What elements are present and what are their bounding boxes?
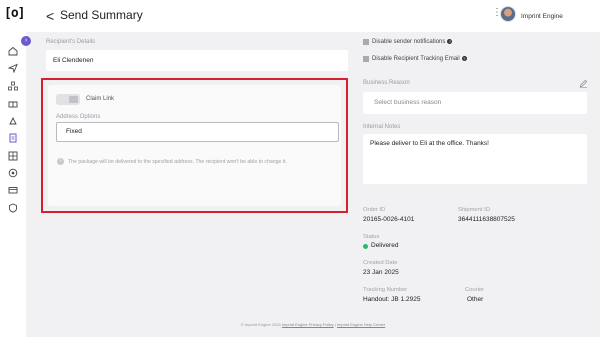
claim-link-toggle[interactable]	[56, 94, 80, 105]
disable-notifications-label: Disable sender notifications?	[372, 39, 453, 46]
app-logo[interactable]: [o]	[4, 6, 25, 22]
address-options-label: Address Options	[56, 114, 101, 120]
internal-notes-field[interactable]: Please deliver to Eli at the office. Tha…	[363, 134, 587, 184]
settings-icon[interactable]	[8, 203, 18, 213]
address-info-text: The package will be delivered to the spe…	[68, 159, 287, 165]
expand-sidebar-button[interactable]: ›	[21, 36, 31, 46]
main-panel: Recipient's Details Eli Clendenen Claim …	[26, 32, 600, 337]
address-options-field[interactable]: Fixed	[56, 122, 339, 142]
status-label: Status	[363, 234, 380, 240]
created-date-label: Created Date	[363, 260, 398, 266]
left-rail: [o]	[0, 0, 26, 337]
help-center-link[interactable]: Imprint Engine Help Center	[337, 322, 385, 327]
shipment-id-value: 3644111638807525	[458, 216, 515, 223]
home-icon[interactable]	[8, 46, 18, 56]
claim-link-card: Claim Link Address Options Fixed i The p…	[41, 78, 348, 213]
back-arrow-icon[interactable]: <	[46, 8, 54, 24]
recipient-field[interactable]: Eli Clendenen	[46, 50, 348, 71]
orders-icon[interactable]	[8, 133, 18, 143]
courier-label: Courier	[465, 287, 485, 293]
edit-icon[interactable]	[579, 79, 588, 88]
disable-tracking-checkbox[interactable]	[363, 56, 369, 62]
courier-value: Other	[467, 296, 484, 303]
footer: © Imprint Engine 2025 Imprint Engine Pri…	[26, 322, 600, 327]
disable-notifications-checkbox[interactable]	[363, 39, 369, 45]
privacy-policy-link[interactable]: Imprint Engine Privacy Policy	[282, 322, 334, 327]
order-id-value: 20165-0026-4101	[363, 216, 415, 223]
order-id-label: Order ID	[363, 207, 386, 213]
help-icon[interactable]: ?	[447, 39, 453, 44]
copyright-text: © Imprint Engine 2025	[240, 322, 281, 327]
recipient-label: Recipient's Details	[46, 39, 96, 45]
page-title: Send Summary	[60, 8, 143, 22]
toggle-knob	[69, 96, 78, 103]
catalog-icon[interactable]	[8, 151, 18, 161]
created-date-value: 23 Jan 2025	[363, 269, 399, 276]
claim-link-label: Claim Link	[86, 96, 115, 102]
status-badge: Delivered	[371, 242, 399, 249]
internal-notes-label: Internal Notes	[363, 124, 401, 130]
page-header: < Send Summary ⋮ Imprint Engine	[26, 0, 600, 32]
integrations-icon[interactable]	[8, 168, 18, 178]
shipment-id-label: Shipment ID	[458, 207, 490, 213]
info-icon: i	[57, 158, 64, 165]
disable-tracking-label: Disable Recipient Tracking Email?	[372, 56, 467, 63]
gift-icon[interactable]	[8, 98, 18, 108]
tracking-number-label: Tracking Number	[363, 287, 408, 293]
status-dot	[363, 244, 368, 249]
wallet-icon[interactable]	[8, 185, 18, 195]
org-icon[interactable]	[8, 81, 18, 91]
business-reason-select[interactable]: Select business reason	[363, 92, 587, 114]
claim-link-inner: Claim Link Address Options Fixed i The p…	[48, 85, 341, 206]
send-icon[interactable]	[8, 63, 18, 73]
business-reason-label: Business Reason	[363, 80, 410, 86]
rocket-icon[interactable]	[8, 116, 18, 126]
help-icon[interactable]: ?	[461, 56, 467, 61]
tracking-number-value: Handout: JB 1.2925	[363, 296, 421, 303]
avatar[interactable]	[500, 6, 516, 22]
user-name[interactable]: Imprint Engine	[521, 13, 563, 20]
footer-separator: |	[334, 322, 336, 327]
